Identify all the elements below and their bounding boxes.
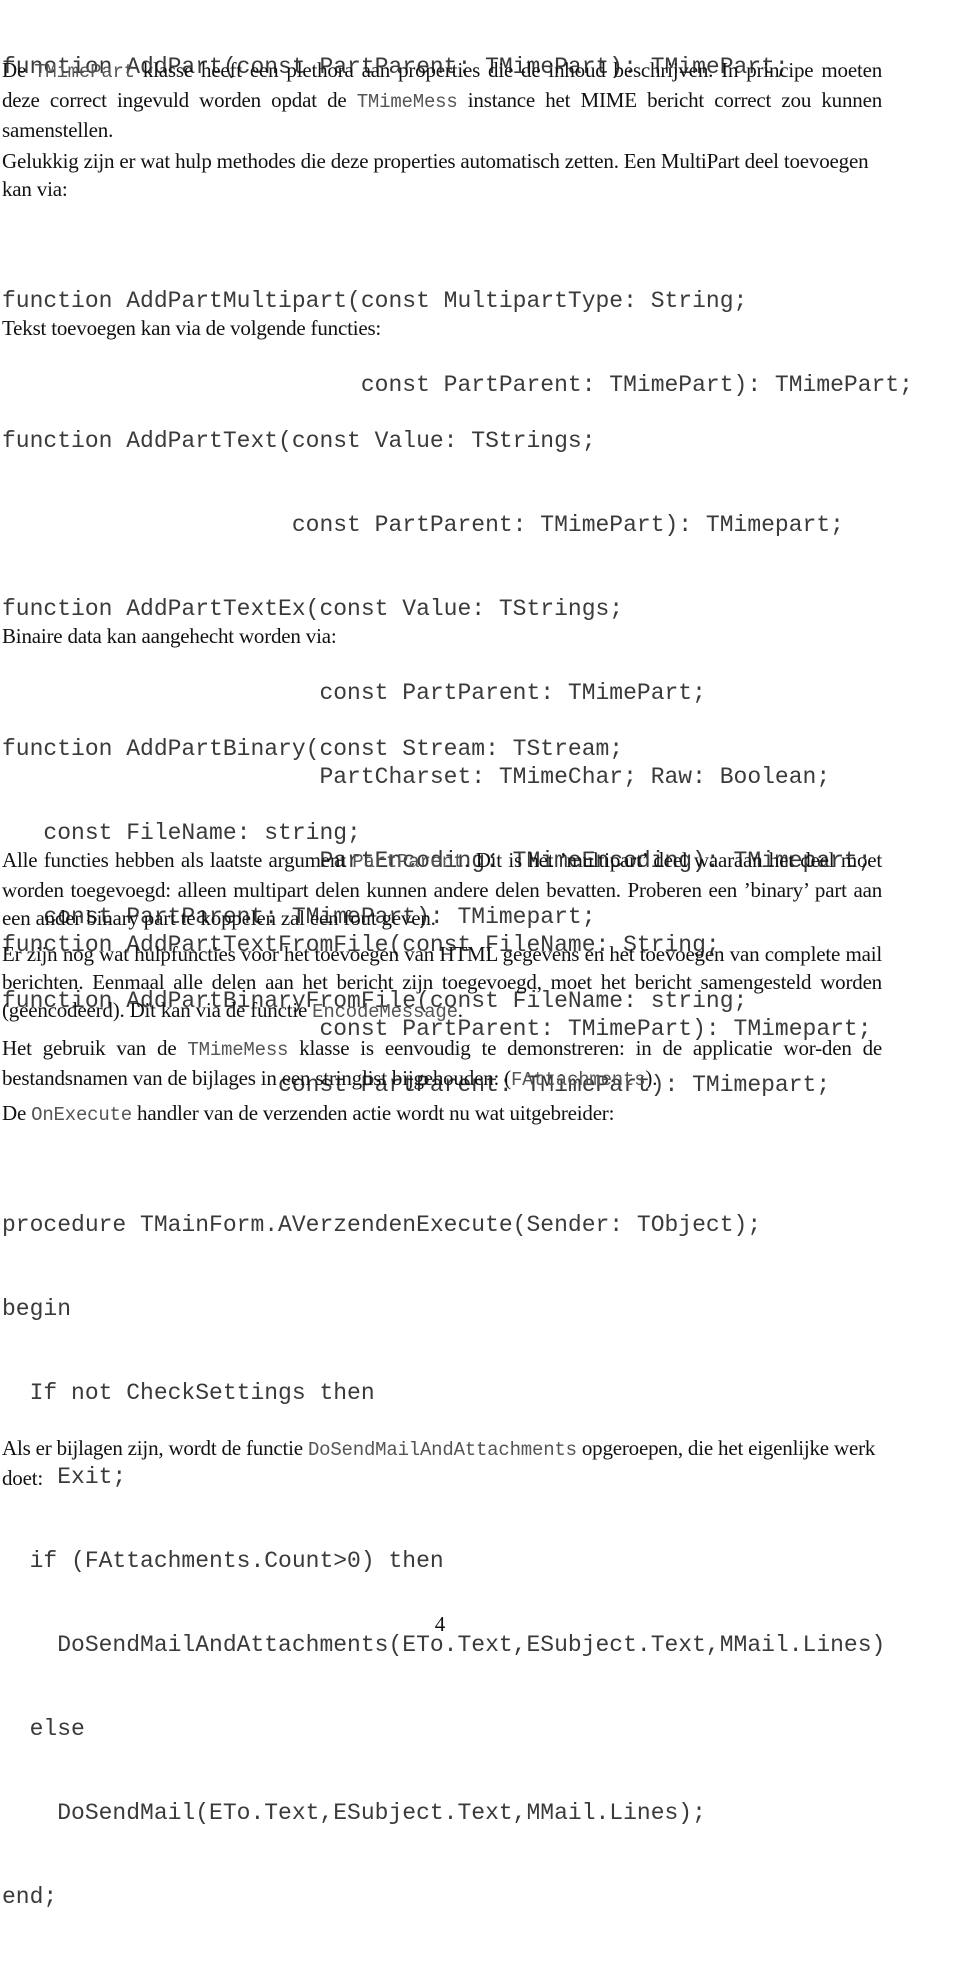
code-line: if (FAttachments.Count>0) then: [2, 1548, 444, 1574]
code-line: else: [2, 1716, 85, 1742]
code-block-execute-handler: procedure TMainForm.AVerzendenExecute(Se…: [2, 1155, 885, 1967]
text: Alle functies hebben als laatste argumen…: [2, 848, 353, 872]
code-line: const FileName: string;: [2, 820, 361, 846]
inline-code: TMimeMess: [187, 1039, 289, 1061]
paragraph-attachments-function: Als er bijlagen zijn, wordt de functie D…: [2, 1434, 882, 1492]
text: De: [2, 58, 35, 82]
paragraph-text-functions-intro: Tekst toevoegen kan via de volgende func…: [2, 316, 382, 340]
paragraph-onexecute-intro: De OnExecute handler van de verzenden ac…: [2, 1099, 882, 1129]
paragraph-encode-message: Er zijn nog wat hulpfuncties voor het to…: [2, 940, 882, 1026]
code-line: const PartParent: TMimePart): TMimepart;: [2, 512, 844, 538]
inline-code: OnExecute: [31, 1104, 132, 1126]
code-line: begin: [2, 1296, 72, 1322]
paragraph-binary-intro: Binaire data kan aangehecht worden via:: [2, 624, 337, 648]
inline-code: EncodeMessage: [312, 1001, 458, 1023]
inline-code: DoSendMailAndAttachments: [307, 1439, 577, 1461]
code-line: function AddPartBinary(const Stream: TSt…: [2, 736, 624, 762]
paragraph-tmimemess-usage: Het gebruik van de TMimeMess klasse is e…: [2, 1034, 882, 1094]
paragraph-helper-methods: Gelukkig zijn er wat hulp methodes die d…: [2, 149, 869, 201]
text: ).: [645, 1066, 658, 1090]
code-line: procedure TMainForm.AVerzendenExecute(Se…: [2, 1212, 762, 1238]
inline-code: PartParent: [352, 851, 465, 873]
inline-code: TMimePart: [34, 61, 135, 83]
code-line: If not CheckSettings then: [2, 1380, 375, 1406]
page-number: 4: [434, 1612, 446, 1636]
text: Als er bijlagen zijn, wordt de functie: [2, 1436, 308, 1460]
code-line: function AddPartTextEx(const Value: TStr…: [2, 596, 624, 622]
inline-code: TMimeMess: [356, 91, 458, 113]
code-line: function AddPartMultipart(const Multipar…: [2, 288, 748, 314]
text: .: [457, 998, 463, 1022]
text: De: [2, 1101, 32, 1125]
paragraph-tmimepart-properties: De TMimePart klasse heeft een plethora a…: [2, 56, 882, 144]
code-line: function AddPartText(const Value: TStrin…: [2, 428, 596, 454]
code-line: end;: [2, 1884, 58, 1910]
text: handler van de verzenden actie wordt nu …: [131, 1101, 615, 1125]
inline-code: FAttachments: [510, 1069, 646, 1091]
text: Het gebruik van de: [2, 1036, 188, 1060]
code-line: DoSendMail(ETo.Text,ESubject.Text,MMail.…: [2, 1800, 706, 1826]
paragraph-partparent-explanation: Alle functies hebben als laatste argumen…: [2, 846, 882, 932]
